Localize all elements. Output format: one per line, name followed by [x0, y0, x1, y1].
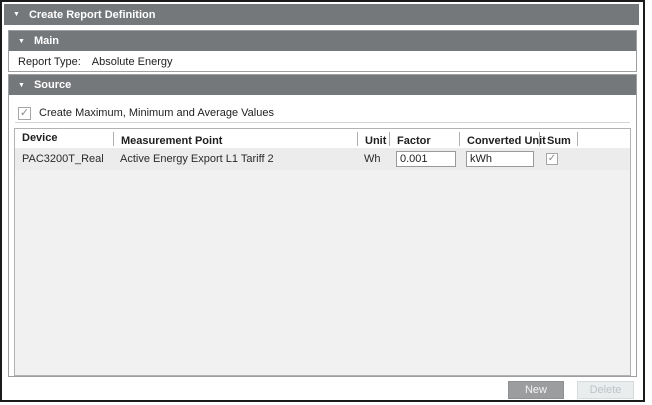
column-header-device: Device: [15, 129, 113, 148]
main-section-title: Main: [34, 35, 59, 47]
factor-input[interactable]: [396, 151, 456, 167]
column-header-factor: Factor: [389, 132, 459, 146]
source-section-title: Source: [34, 79, 71, 91]
source-section: ▼ Source ✓ Create Maximum, Minimum and A…: [8, 74, 637, 377]
measurement-table: Device Measurement Point Unit Factor Con…: [14, 128, 631, 376]
collapse-triangle-icon: ▼: [13, 11, 20, 18]
report-definition-panel: ▼ Create Report Definition ▼ Main Report…: [0, 0, 645, 402]
delete-button[interactable]: Delete: [577, 381, 634, 399]
collapse-triangle-icon: ▼: [18, 82, 25, 89]
source-divider: [15, 122, 630, 123]
cell-factor: [389, 151, 459, 167]
column-header-filler: [577, 132, 630, 146]
table-header-row: Device Measurement Point Unit Factor Con…: [15, 129, 630, 148]
checkmark-icon: ✓: [20, 108, 29, 119]
column-header-measurement-point: Measurement Point: [113, 132, 357, 146]
main-section: ▼ Main Report Type: Absolute Energy: [8, 30, 637, 72]
column-header-unit: Unit: [357, 132, 389, 146]
create-min-max-avg-checkbox[interactable]: ✓: [18, 107, 31, 120]
cell-unit: Wh: [357, 153, 389, 165]
table-row[interactable]: PAC3200T_Real Active Energy Export L1 Ta…: [15, 148, 630, 170]
collapse-triangle-icon: ▼: [18, 38, 25, 45]
source-section-header[interactable]: ▼ Source: [9, 75, 636, 95]
main-section-header[interactable]: ▼ Main: [9, 31, 636, 51]
new-button[interactable]: New: [508, 381, 564, 399]
converted-unit-input[interactable]: [466, 151, 534, 167]
report-type-label: Report Type:: [18, 56, 81, 68]
column-header-converted-unit: Converted Unit: [459, 132, 539, 146]
panel-title: Create Report Definition: [29, 9, 156, 21]
table-empty-area: [15, 170, 630, 375]
report-type-value: Absolute Energy: [92, 56, 173, 68]
cell-converted-unit: [459, 151, 539, 167]
column-header-sum: Sum: [539, 132, 577, 146]
sum-checkbox[interactable]: ✓: [546, 153, 558, 165]
panel-header-create-report-definition[interactable]: ▼ Create Report Definition: [4, 4, 639, 25]
cell-sum: ✓: [539, 153, 577, 165]
create-min-max-avg-label: Create Maximum, Minimum and Average Valu…: [39, 107, 274, 119]
checkmark-icon: ✓: [548, 154, 556, 164]
cell-measurement-point: Active Energy Export L1 Tariff 2: [113, 153, 357, 165]
cell-device: PAC3200T_Real: [15, 153, 113, 165]
